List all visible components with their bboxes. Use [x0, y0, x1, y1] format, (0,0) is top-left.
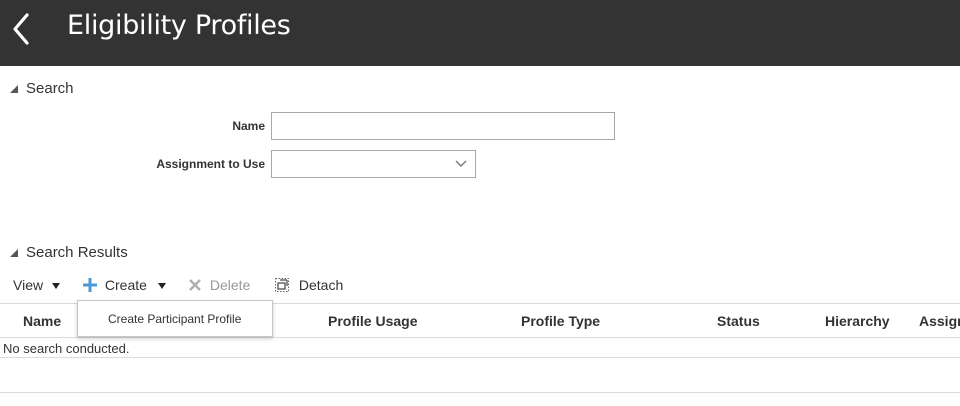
table-bottom-border: [0, 392, 960, 393]
delete-label: Delete: [209, 277, 251, 293]
create-label: Create: [104, 277, 147, 293]
create-button[interactable]: Create: [83, 277, 147, 297]
back-chevron-icon: [13, 13, 29, 45]
plus-icon: [83, 278, 97, 292]
column-header-assignment[interactable]: Assign: [919, 313, 960, 329]
page-title: Eligibility Profiles: [67, 10, 291, 41]
dropdown-arrow-icon: [51, 283, 60, 290]
delete-x-icon: [189, 279, 201, 291]
search-section-toggle[interactable]: Search: [8, 80, 88, 100]
collapse-triangle-icon: [10, 85, 18, 93]
detach-label: Detach: [298, 277, 344, 293]
empty-results-message: No search conducted.: [3, 341, 130, 356]
table-row-border: [0, 357, 960, 358]
dropdown-arrow-icon: [158, 283, 166, 290]
chevron-down-icon: [455, 160, 467, 167]
detach-button[interactable]: Detach: [274, 277, 343, 297]
search-section-title: Search: [26, 80, 74, 97]
column-header-hierarchy[interactable]: Hierarchy: [825, 313, 890, 329]
assignment-to-use-select[interactable]: [271, 150, 476, 178]
create-dropdown-menu: Create Participant Profile: [77, 300, 273, 337]
view-menu-button[interactable]: View: [13, 277, 61, 297]
name-input[interactable]: [271, 112, 615, 140]
table-header-border: [0, 337, 960, 338]
view-label: View: [13, 277, 44, 293]
assignment-to-use-label: Assignment to Use: [156, 157, 265, 171]
page-header: Eligibility Profiles: [0, 0, 960, 66]
menu-item-create-participant-profile[interactable]: Create Participant Profile: [108, 312, 241, 326]
column-header-profile-type[interactable]: Profile Type: [521, 313, 600, 329]
column-header-status[interactable]: Status: [717, 313, 760, 329]
search-results-section-title: Search Results: [26, 244, 128, 261]
detach-icon: [275, 278, 289, 292]
column-header-name[interactable]: Name: [23, 313, 61, 329]
collapse-triangle-icon: [10, 249, 18, 257]
back-button[interactable]: [9, 12, 35, 46]
column-header-profile-usage[interactable]: Profile Usage: [328, 313, 417, 329]
create-dropdown-toggle[interactable]: [157, 277, 171, 297]
search-results-section-toggle[interactable]: Search Results: [8, 244, 133, 264]
name-label: Name: [232, 119, 265, 133]
delete-button[interactable]: Delete: [188, 277, 250, 297]
